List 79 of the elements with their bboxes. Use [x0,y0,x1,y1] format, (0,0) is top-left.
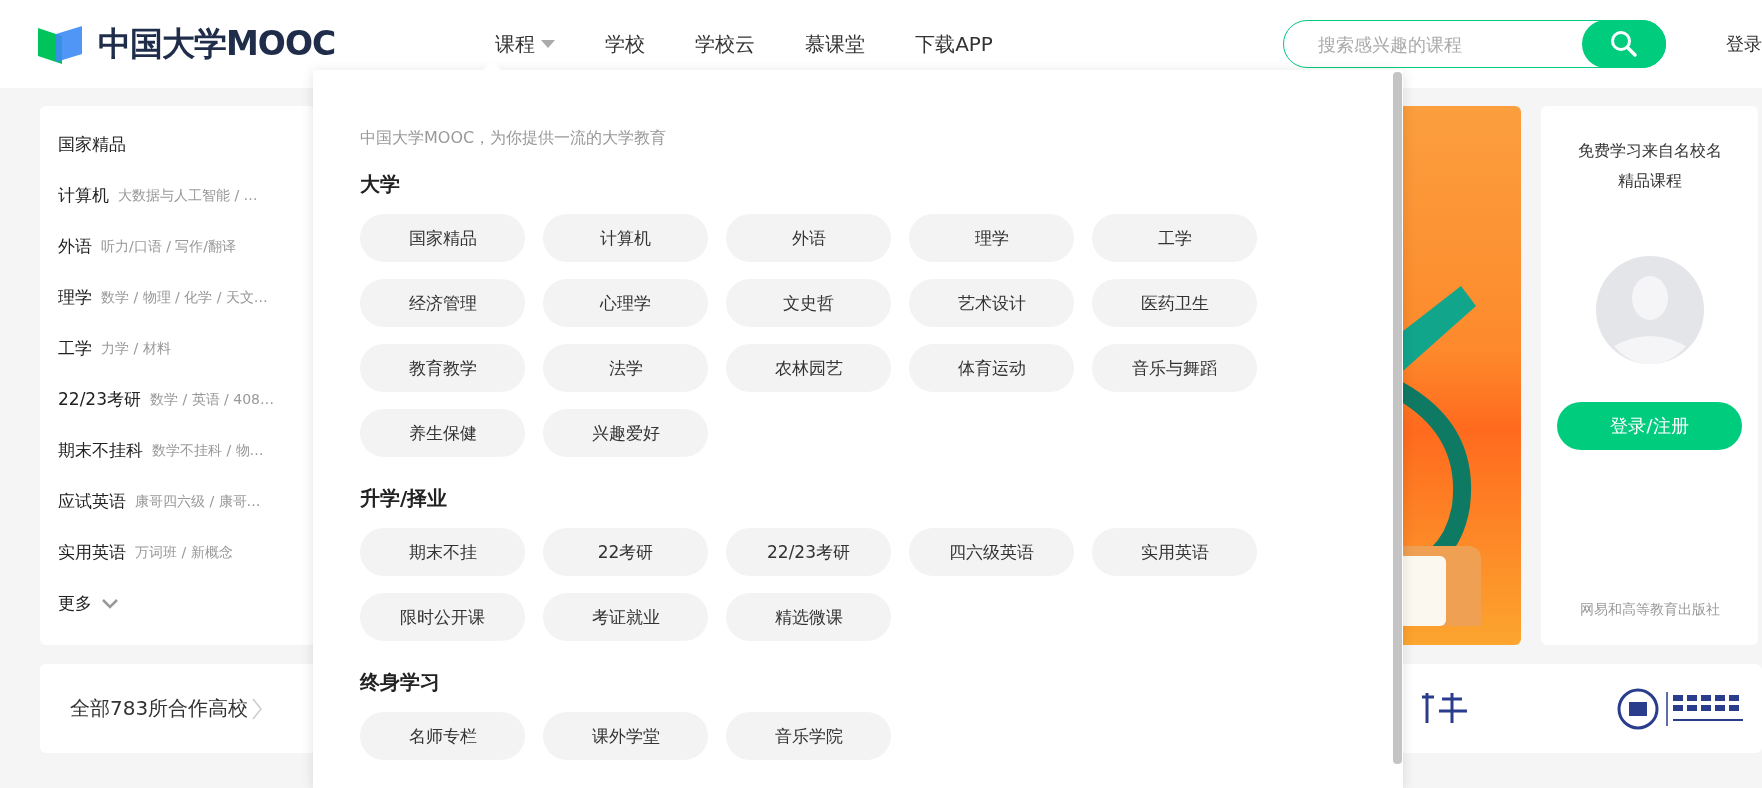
category-chip[interactable]: 考证就业 [543,593,708,641]
scrollbar-thumb[interactable] [1393,72,1402,764]
category-chip[interactable]: 精选微课 [726,593,891,641]
partners-link[interactable]: 全部783所合作高校 [70,695,263,722]
category-chip[interactable]: 文史哲 [726,279,891,327]
category-chip[interactable]: 国家精品 [360,214,525,262]
menu-intro: 中国大学MOOC，为你提供一流的大学教育 [360,128,668,149]
chevron-down-icon [101,598,119,609]
category-item[interactable]: 国家精品 [58,119,315,170]
nav-link[interactable]: 下载APP [915,30,993,58]
category-chip[interactable]: 限时公开课 [360,593,525,641]
section-title: 终身学习 [360,669,441,696]
category-title: 国家精品 [58,133,126,156]
category-title: 应试英语 [58,490,126,513]
category-chip[interactable]: 名师专栏 [360,712,525,760]
more-label: 更多 [58,592,92,615]
category-subtitle: 数学不挂科 / 物… [152,441,264,460]
category-chip[interactable]: 音乐学院 [726,712,891,760]
category-item[interactable]: 计算机 大数据与人工智能 / … [58,170,315,221]
category-chip[interactable]: 外语 [726,214,891,262]
category-subtitle: 万词班 / 新概念 [135,543,233,562]
search-input[interactable]: 搜索感兴趣的课程 [1284,32,1582,56]
footer-note: 网易和高等教育出版社 [1579,601,1720,619]
chevron-right-icon [252,697,263,720]
category-title: 22/23考研 [58,388,141,411]
category-item[interactable]: 实用英语 万词班 / 新概念 [58,527,315,578]
category-chip[interactable]: 22/23考研 [726,528,891,576]
category-title: 实用英语 [58,541,126,564]
avatar-icon [1595,256,1704,364]
category-chip[interactable]: 实用英语 [1092,528,1257,576]
category-item[interactable]: 应试英语 康哥四六级 / 康哥… [58,476,315,527]
nav-link[interactable]: 课程 [495,30,556,58]
category-subtitle: 力学 / 材料 [101,339,171,358]
category-title: 工学 [58,337,92,360]
category-chip[interactable]: 教育教学 [360,344,525,392]
login-link[interactable]: 登录 [1726,32,1762,56]
category-chip[interactable]: 兴趣爱好 [543,409,708,457]
category-chip[interactable]: 农林园艺 [726,344,891,392]
category-item[interactable]: 理学 数学 / 物理 / 化学 / 天文… [58,272,315,323]
section-title: 升学/择业 [360,485,449,512]
more-link[interactable]: 更多 [58,578,315,629]
nav-link[interactable]: 学校云 [695,30,756,58]
caret-icon [541,40,556,48]
category-chip[interactable]: 音乐与舞蹈 [1092,344,1257,392]
category-title: 计算机 [58,184,109,207]
category-chip[interactable]: 22考研 [543,528,708,576]
category-title: 期末不挂科 [58,439,143,462]
category-chip[interactable]: 经济管理 [360,279,525,327]
category-item[interactable]: 外语 听力/口语 / 写作/翻译 [58,221,315,272]
category-title: 理学 [58,286,92,309]
category-chip[interactable]: 理学 [909,214,1074,262]
category-subtitle: 数学 / 英语 / 408… [150,390,274,409]
category-item[interactable]: 22/23考研 数学 / 英语 / 408… [58,374,315,425]
category-subtitle: 听力/口语 / 写作/翻译 [101,237,237,256]
category-chip[interactable]: 工学 [1092,214,1257,262]
category-title: 外语 [58,235,92,258]
category-chip[interactable]: 体育运动 [909,344,1074,392]
category-chip[interactable]: 养生保健 [360,409,525,457]
category-subtitle: 大数据与人工智能 / … [118,186,258,205]
promo-text: 精品课程 [1617,170,1682,192]
logo-text: 中国大学MOOC [98,22,336,65]
category-item[interactable]: 期末不挂科 数学不挂科 / 物… [58,425,315,476]
search-icon [1610,30,1638,58]
search-button[interactable] [1582,20,1666,68]
category-subtitle: 数学 / 物理 / 化学 / 天文… [101,288,268,307]
nav-link[interactable]: 学校 [605,30,646,58]
category-chip[interactable]: 医药卫生 [1092,279,1257,327]
nav-link[interactable]: 慕课堂 [805,30,866,58]
category-item[interactable]: 工学 力学 / 材料 [58,323,315,374]
category-chip[interactable]: 期末不挂 [360,528,525,576]
category-subtitle: 康哥四六级 / 康哥… [135,492,261,511]
category-chip[interactable]: 课外学堂 [543,712,708,760]
section-title: 大学 [360,171,401,198]
category-chip[interactable]: 艺术设计 [909,279,1074,327]
category-chip[interactable]: 法学 [543,344,708,392]
category-chip[interactable]: 四六级英语 [909,528,1074,576]
promo-text: 免费学习来自名校名 [1577,140,1722,162]
category-chip[interactable]: 心理学 [543,279,708,327]
category-chip[interactable]: 计算机 [543,214,708,262]
